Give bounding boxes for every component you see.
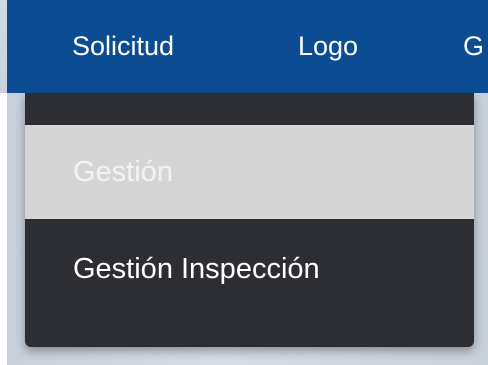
page-left-edge [0,93,7,365]
nav-item-solicitud[interactable]: Solicitud [72,0,174,93]
dropdown-item-gestion[interactable]: Gestión [25,125,474,219]
nav-item-partial[interactable]: G [463,0,484,93]
solicitud-dropdown-menu: Gestión Gestión Inspección [25,93,474,347]
dropdown-item-gestion-inspeccion[interactable]: Gestión Inspección [25,229,474,309]
top-navbar: Solicitud Logo G [7,0,488,93]
nav-item-logo[interactable]: Logo [298,0,358,93]
